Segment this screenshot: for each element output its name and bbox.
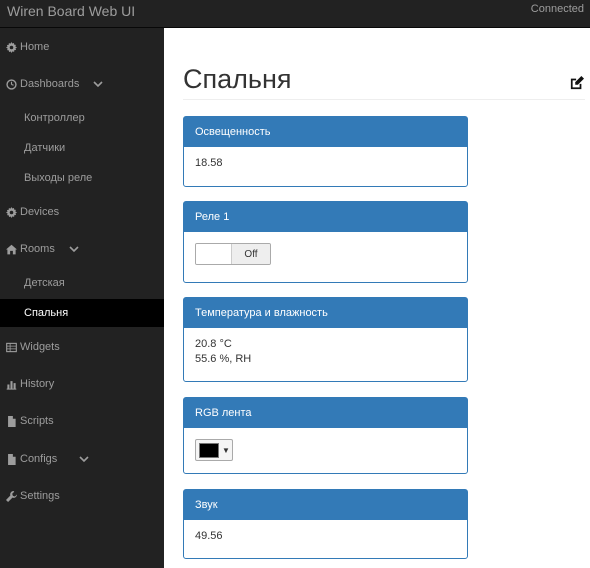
sidebar-item-label: Devices xyxy=(20,206,60,218)
file-icon xyxy=(6,453,17,465)
chevron-down-icon xyxy=(93,79,103,89)
widget-title: Освещенность xyxy=(184,117,467,147)
page-title: Спальня xyxy=(183,64,292,94)
widget-body: 18.58 xyxy=(184,147,467,180)
sidebar-item-kids-room[interactable]: Детская xyxy=(0,269,164,297)
main-content: Спальня Освещенность 18.58 Реле 1 Off Те… xyxy=(164,28,590,568)
file-icon xyxy=(6,415,17,427)
widget-title: Звук xyxy=(184,490,467,520)
home-icon xyxy=(6,244,17,255)
chevron-down-icon xyxy=(69,244,79,254)
title-divider xyxy=(183,99,585,100)
switch-state-label: Off xyxy=(232,244,270,264)
sidebar-item-label: Выходы реле xyxy=(24,172,93,184)
sidebar-item-bedroom[interactable]: Спальня xyxy=(0,299,164,327)
sidebar-item-label: Контроллер xyxy=(24,112,85,124)
sidebar: Home Dashboards Контроллер Датчики Выход… xyxy=(0,28,164,568)
sidebar-item-label: Детская xyxy=(24,277,65,289)
sidebar-item-label: Home xyxy=(20,41,50,53)
widget-title: Реле 1 xyxy=(184,202,467,232)
sidebar-item-label: Scripts xyxy=(20,415,54,427)
widget-body: 20.8 °C 55.6 %, RH xyxy=(184,328,467,376)
widget-value: 18.58 xyxy=(195,157,223,169)
sidebar-item-home[interactable]: Home xyxy=(0,33,164,61)
bar-chart-icon xyxy=(6,379,17,390)
sidebar-item-widgets[interactable]: Widgets xyxy=(0,333,164,361)
wrench-icon xyxy=(6,490,17,502)
caret-down-icon: ▼ xyxy=(222,445,230,455)
sidebar-item-sensors[interactable]: Датчики xyxy=(0,134,164,162)
widget-title: RGB лента xyxy=(184,398,467,428)
sidebar-item-rooms[interactable]: Rooms xyxy=(0,235,164,263)
table-icon xyxy=(6,342,17,353)
sidebar-item-label: Спальня xyxy=(24,307,69,319)
chevron-down-icon xyxy=(79,454,89,464)
humidity-value: 55.6 %, RH xyxy=(195,353,252,365)
widget-panel: Реле 1 Off xyxy=(183,201,468,283)
widget-body: ▼ xyxy=(184,428,467,472)
sidebar-item-label: Датчики xyxy=(24,142,66,154)
widget-value: 49.56 xyxy=(195,530,223,542)
widget-panel: RGB лента ▼ xyxy=(183,397,468,474)
sidebar-item-label: Configs xyxy=(20,453,58,465)
widget-body: 49.56 xyxy=(184,520,467,553)
gear-icon xyxy=(6,206,17,218)
switch-knob xyxy=(196,244,232,264)
edit-icon[interactable] xyxy=(570,76,584,90)
sidebar-item-devices[interactable]: Devices xyxy=(0,198,164,226)
sidebar-item-label: Rooms xyxy=(20,243,55,255)
sidebar-item-dashboards[interactable]: Dashboards xyxy=(0,70,164,98)
sidebar-item-relay-outputs[interactable]: Выходы реле xyxy=(0,164,164,192)
sidebar-item-label: History xyxy=(20,378,55,390)
widget-panel: Звук 49.56 xyxy=(183,489,468,559)
sidebar-item-scripts[interactable]: Scripts xyxy=(0,407,164,435)
color-swatch xyxy=(199,442,219,458)
sidebar-item-settings[interactable]: Settings xyxy=(0,482,164,510)
sidebar-item-controller[interactable]: Контроллер xyxy=(0,104,164,132)
sidebar-item-history[interactable]: History xyxy=(0,370,164,398)
sidebar-item-configs[interactable]: Configs xyxy=(0,445,164,473)
gear-icon xyxy=(6,41,17,53)
sidebar-item-label: Dashboards xyxy=(20,78,80,90)
relay-switch[interactable]: Off xyxy=(195,243,271,265)
color-picker[interactable]: ▼ xyxy=(195,439,233,461)
sidebar-item-label: Settings xyxy=(20,490,60,502)
brand-title[interactable]: Wiren Board Web UI xyxy=(7,3,135,19)
temperature-value: 20.8 °C xyxy=(195,338,232,350)
widget-panel: Температура и влажность 20.8 °C 55.6 %, … xyxy=(183,297,468,382)
dashboard-icon xyxy=(6,78,17,90)
widget-title: Температура и влажность xyxy=(184,298,467,328)
top-navbar: Wiren Board Web UI Connected xyxy=(0,0,590,28)
connection-status: Connected xyxy=(530,3,584,15)
widget-panel: Освещенность 18.58 xyxy=(183,116,468,187)
widget-body: Off xyxy=(184,232,467,278)
sidebar-item-label: Widgets xyxy=(20,341,60,353)
